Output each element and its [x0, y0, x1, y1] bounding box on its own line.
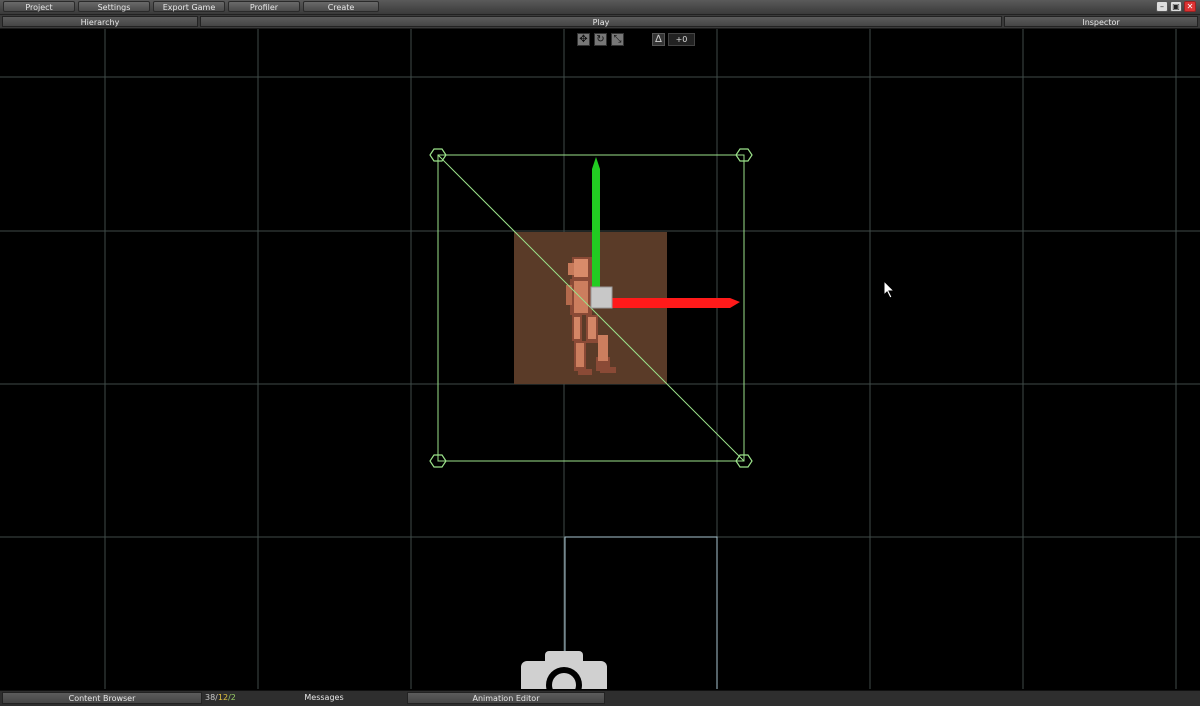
tab-content-browser[interactable]: Content Browser [2, 692, 202, 704]
snap-angle-icon[interactable]: ∆ [652, 33, 665, 46]
tab-animation-editor[interactable]: Animation Editor [407, 692, 605, 704]
minimize-icon[interactable]: – [1156, 1, 1168, 12]
panel-tab-bar: Hierarchy Play Inspector [0, 15, 1200, 29]
snap-value-field[interactable]: +0 [668, 33, 695, 46]
gizmo-center[interactable] [590, 286, 613, 309]
mouse-cursor-icon [883, 280, 896, 299]
menu-project[interactable]: Project [3, 1, 75, 12]
tab-hierarchy[interactable]: Hierarchy [2, 16, 198, 27]
menu-settings[interactable]: Settings [78, 1, 150, 12]
menu-profiler[interactable]: Profiler [228, 1, 300, 12]
move-tool-icon[interactable]: ✥ [577, 33, 590, 46]
menu-bar: Project Settings Export Game Profiler Cr… [0, 0, 1200, 15]
scene-viewport[interactable] [0, 29, 1200, 689]
rotate-tool-icon[interactable]: ↻ [594, 33, 607, 46]
menu-export-game[interactable]: Export Game [153, 1, 225, 12]
scene-canvas[interactable] [0, 29, 1200, 689]
maximize-icon[interactable]: ▣ [1170, 1, 1182, 12]
tab-play[interactable]: Play [200, 16, 1002, 27]
close-icon[interactable]: ✕ [1184, 1, 1196, 12]
gizmo-x-axis[interactable] [612, 298, 740, 308]
gizmo-y-axis[interactable] [592, 157, 600, 287]
scale-tool-icon[interactable]: ⤡ [611, 33, 624, 46]
tab-inspector[interactable]: Inspector [1004, 16, 1198, 27]
bottom-panel-bar: Content Browser 38/12/2 Messages Animati… [0, 690, 1200, 706]
menu-create[interactable]: Create [303, 1, 379, 12]
tab-messages[interactable]: Messages [203, 692, 405, 704]
camera-icon[interactable] [521, 651, 607, 689]
